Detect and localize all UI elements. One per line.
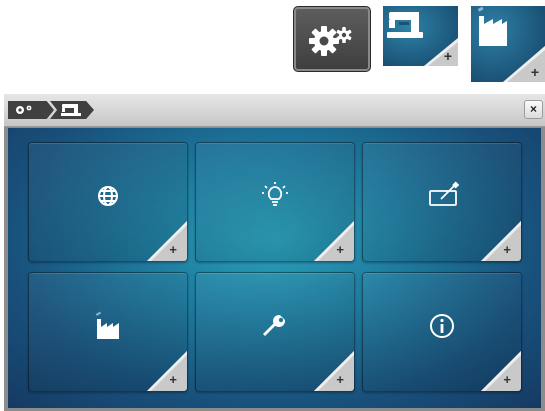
add-corner: + — [481, 221, 521, 261]
plus-label: + — [336, 242, 344, 257]
touch-pen-icon — [429, 181, 460, 206]
plus-label: + — [336, 372, 344, 387]
factory-icon — [95, 311, 119, 339]
add-corner: + — [314, 351, 354, 391]
tile-lighting[interactable]: + — [195, 142, 355, 262]
plus-label: + — [530, 64, 539, 80]
settings-button[interactable] — [293, 6, 371, 72]
breadcrumb-settings[interactable] — [8, 101, 54, 119]
sewing-button[interactable]: + — [383, 6, 458, 66]
add-corner: + — [503, 46, 545, 82]
plus-label: + — [503, 242, 511, 257]
add-corner: + — [147, 221, 187, 261]
info-icon — [430, 314, 454, 338]
tile-touchscreen[interactable]: + — [362, 142, 522, 262]
gears-icon — [16, 105, 32, 114]
globe-icon — [98, 186, 118, 206]
gears-icon — [309, 26, 352, 56]
add-corner: + — [314, 221, 354, 261]
tile-info[interactable]: + — [362, 272, 522, 392]
plus-label: + — [503, 372, 511, 387]
breadcrumb-sewing[interactable] — [50, 101, 94, 119]
sewing-machine-icon — [61, 104, 81, 116]
factory-button[interactable]: + — [471, 6, 545, 82]
wrench-icon — [263, 315, 286, 336]
close-button[interactable]: × — [524, 100, 543, 119]
add-corner: + — [424, 38, 458, 66]
settings-window: × + + + + + + — [4, 94, 545, 411]
lightbulb-icon — [262, 182, 288, 206]
plus-label: + — [443, 48, 452, 64]
tile-factory[interactable]: + — [28, 272, 188, 392]
add-corner: + — [147, 351, 187, 391]
tile-maintenance[interactable]: + — [195, 272, 355, 392]
plus-label: + — [169, 372, 177, 387]
title-bar: × — [4, 94, 545, 127]
add-corner: + — [481, 351, 521, 391]
settings-grid: + + + + + + — [8, 128, 541, 408]
plus-label: + — [169, 242, 177, 257]
tile-language[interactable]: + — [28, 142, 188, 262]
